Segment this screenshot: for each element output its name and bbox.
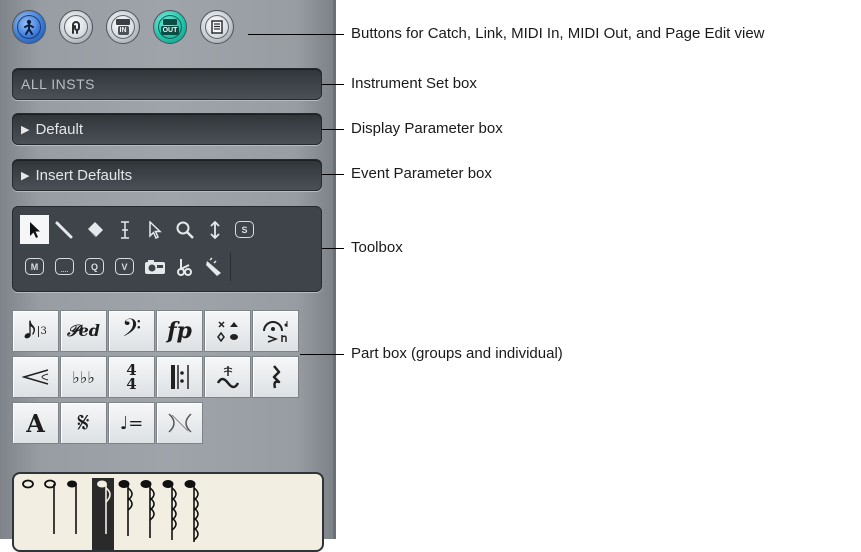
page-edit-button[interactable] — [200, 10, 234, 44]
text-group[interactable]: A — [12, 402, 59, 444]
barline-group[interactable] — [156, 356, 203, 398]
dynamics-label: fp — [167, 318, 192, 344]
eraser-tool[interactable] — [80, 215, 109, 244]
clef-group[interactable]: 𝄢 — [108, 310, 155, 352]
midi-out-button[interactable]: OUT — [153, 10, 187, 44]
part-box-callout-line — [300, 354, 344, 355]
quantize-key-icon: Q — [85, 258, 104, 275]
disclosure-triangle-icon[interactable]: ▶ — [21, 123, 29, 136]
pencil-tool[interactable] — [50, 215, 79, 244]
layout-tool[interactable] — [140, 215, 169, 244]
text-tool[interactable] — [110, 215, 139, 244]
part-box-individual-symbols — [12, 472, 324, 552]
key-signature-group[interactable]: ♭♭♭ — [60, 356, 107, 398]
instrument-set-box[interactable]: ALL INSTS — [12, 68, 322, 100]
repeat-barline-icon — [170, 365, 189, 389]
lines-icon — [167, 413, 192, 433]
quarter-rest-icon — [272, 365, 280, 389]
zoom-tool[interactable] — [170, 215, 199, 244]
link-button[interactable] — [59, 10, 93, 44]
notes-group[interactable]: 𝅘𝅥𝅮 3 — [12, 310, 59, 352]
display-parameter-label: Default — [35, 120, 83, 138]
flats-icon: ♭♭♭ — [72, 367, 95, 387]
tempo-icon: ♩= — [119, 412, 144, 434]
marquee-icon: …. — [55, 258, 74, 275]
buttons-callout-line — [248, 34, 344, 35]
pedal-group[interactable]: 𝒫ed — [60, 310, 107, 352]
scissors-tool[interactable] — [170, 252, 199, 281]
segno-group[interactable]: 𝄋 — [60, 402, 107, 444]
buttons-annotation: Buttons for Catch, Link, MIDI In, MIDI O… — [351, 25, 765, 42]
noteheads-group[interactable] — [204, 310, 251, 352]
tempo-group[interactable]: ♩= — [108, 402, 155, 444]
event-parameter-callout-line — [322, 174, 344, 175]
time-signature-bottom: 4 — [126, 375, 137, 393]
instrument-set-annotation: Instrument Set box — [351, 75, 477, 92]
catch-button[interactable] — [12, 10, 46, 44]
dynamics-group[interactable]: fp — [156, 310, 203, 352]
midi-out-icon: OUT — [158, 15, 182, 39]
event-parameter-label: Insert Defaults — [35, 166, 133, 184]
triplet-label: 3 — [37, 325, 47, 337]
crescendo-icon — [21, 369, 48, 385]
part-box-annotation: Part box (groups and individual) — [351, 345, 563, 362]
notes-group-icon: 𝅘𝅥𝅮 — [24, 318, 36, 344]
solo-tool[interactable]: S — [230, 215, 259, 244]
resize-tool[interactable] — [200, 215, 229, 244]
velocity-tool[interactable]: V — [110, 252, 139, 281]
fermata-group[interactable] — [252, 310, 299, 352]
camera-tool[interactable] — [140, 252, 169, 281]
bass-clef-icon: 𝄢 — [121, 313, 142, 349]
display-parameter-annotation: Display Parameter box — [351, 120, 503, 137]
catch-runner-icon — [17, 15, 41, 39]
disclosure-triangle-icon[interactable]: ▶ — [21, 169, 29, 182]
segno-icon: 𝄋 — [77, 406, 90, 439]
glue-tool[interactable] — [200, 252, 229, 281]
noteheads-icon — [216, 321, 238, 343]
rests-group[interactable] — [252, 356, 299, 398]
time-signature-group[interactable]: 4 4 — [108, 356, 155, 398]
midi-in-label: IN — [117, 26, 129, 35]
lines-group[interactable] — [156, 402, 203, 444]
display-parameter-callout-line — [322, 129, 344, 130]
pointer-tool[interactable] — [20, 215, 49, 244]
toolbox-empty-slot — [230, 252, 260, 281]
solo-key-icon: S — [235, 221, 254, 238]
midi-in-button[interactable]: IN — [106, 10, 140, 44]
text-label: A — [26, 408, 45, 438]
crescendo-group[interactable] — [12, 356, 59, 398]
toolbox: S M …. Q V — [12, 206, 322, 292]
event-parameter-box[interactable]: ▶ Insert Defaults — [12, 159, 322, 191]
marquee-tool[interactable]: …. — [50, 252, 79, 281]
quantize-tool[interactable]: Q — [80, 252, 109, 281]
link-icon — [64, 15, 88, 39]
toolbox-callout-line — [322, 248, 344, 249]
midi-in-icon: IN — [111, 15, 135, 39]
fermata-icon — [262, 321, 287, 343]
note-values-icon — [22, 478, 199, 550]
toolbox-annotation: Toolbox — [351, 239, 403, 256]
ornaments-group[interactable] — [204, 356, 251, 398]
pedal-icon: 𝒫ed — [67, 321, 100, 340]
part-box: 𝅘𝅥𝅮 3 𝒫ed 𝄢 fp ♭♭♭ 4 4 A 𝄋 ♩= — [12, 310, 300, 452]
velocity-key-icon: V — [115, 258, 134, 275]
instrument-set-label: ALL INSTS — [21, 76, 96, 92]
mute-tool[interactable]: M — [20, 252, 49, 281]
instrument-set-callout-line — [322, 84, 344, 85]
page-icon — [205, 15, 229, 39]
turn-ornament-icon — [216, 366, 239, 389]
event-parameter-annotation: Event Parameter box — [351, 165, 492, 182]
mute-key-icon: M — [25, 258, 44, 275]
score-inspector-panel: IN OUT ALL INSTS ▶ Default ▶ Insert Defa… — [0, 0, 336, 552]
midi-out-label: OUT — [160, 26, 180, 35]
display-parameter-box[interactable]: ▶ Default — [12, 113, 322, 145]
